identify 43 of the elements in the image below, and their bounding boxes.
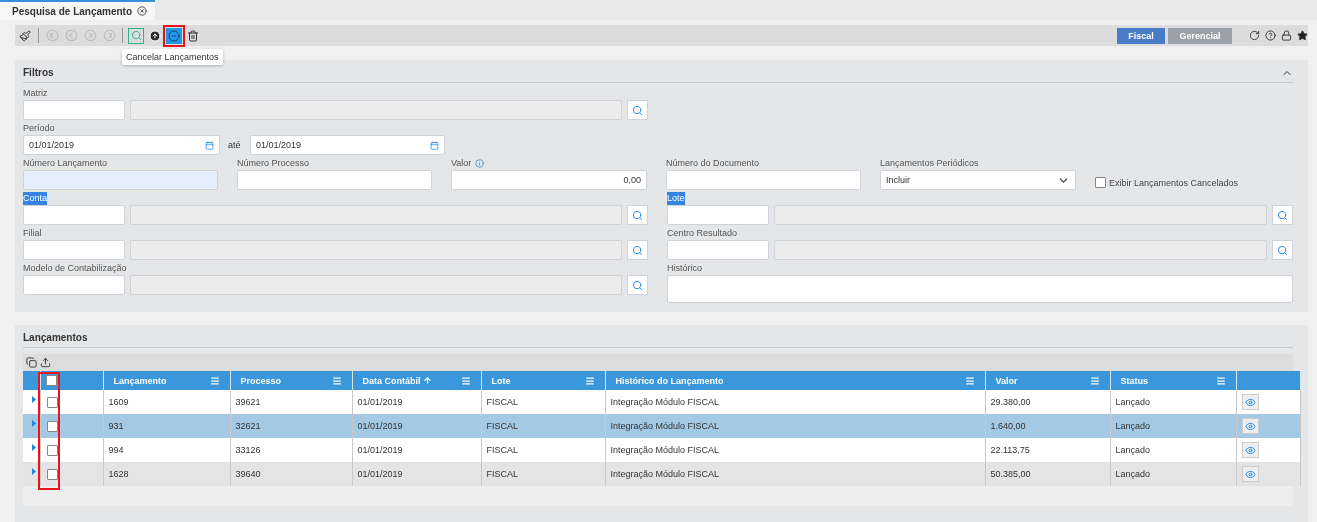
table-cell: Lançado [1110, 462, 1236, 486]
field-label: Valor [451, 157, 472, 170]
column-title: Status [1120, 375, 1148, 386]
input-field[interactable]: 0,00 [451, 170, 647, 190]
column-title: Histórico do Lançamento [615, 375, 724, 386]
select-field[interactable]: Incluir [880, 170, 1076, 190]
field-label: Lote [667, 192, 685, 205]
table-cell: 01/01/2019 [352, 462, 481, 486]
field-label: Período [23, 122, 55, 135]
field-label: Filial [23, 227, 42, 240]
column-title: Valor [995, 375, 1018, 386]
field-label: Matriz [23, 87, 48, 100]
date-field[interactable]: 01/01/2019 [23, 135, 220, 155]
field-label: Centro Resultado [667, 227, 738, 240]
date-field[interactable]: 01/01/2019 [250, 135, 445, 155]
column-title: Processo [240, 375, 282, 386]
column-title: Lançamento [113, 375, 167, 386]
column-title: Lote [491, 375, 511, 386]
checkbox-label: Exibir Lançamentos Cancelados [1109, 177, 1239, 188]
panel-title: Lançamentos [23, 332, 88, 343]
tab-label: Pesquisa de Lançamento [12, 5, 133, 17]
range-separator: até [228, 140, 242, 150]
table-cell: 1628 [103, 462, 230, 486]
field-label: Número Processo [237, 157, 310, 170]
table-cell: 39640 [230, 462, 352, 486]
table-row[interactable]: 994 33126 01/01/2019 FISCAL Integração Módulo FISCAL 22.113,75 Lançado [23, 438, 1300, 462]
table-row[interactable]: 1628 39640 01/01/2019 FISCAL Integração Módulo FISCAL 50.385,00 Lançado [23, 462, 1300, 486]
field-label: Modelo de Contabilização [23, 262, 127, 275]
field-label: Lançamentos Periódicos [880, 157, 979, 170]
panel-title: Filtros [23, 67, 54, 78]
table-cell: 50.385,00 [985, 462, 1110, 486]
table-cell: Integração Módulo FISCAL [605, 462, 985, 486]
table-cell: FISCAL [481, 462, 605, 486]
field-label: Número Lançamento [23, 157, 108, 170]
column-title: Data Contábil [362, 375, 421, 386]
field-label: Número do Documento [666, 157, 760, 170]
field-label: Conta [23, 192, 48, 205]
mode-tab[interactable]: Fiscal [1117, 27, 1165, 44]
field-label: Histórico [667, 262, 702, 275]
tooltip: Cancelar Lançamentos [122, 48, 223, 65]
table-row[interactable]: 931 32621 01/01/2019 FISCAL Integração Módulo FISCAL 1.640,00 Lançado [23, 414, 1300, 438]
page-tab[interactable]: Pesquisa de Lançamento [0, 0, 156, 20]
table-row[interactable]: 1609 39621 01/01/2019 FISCAL Integração Módulo FISCAL 29.380,00 Lançado [23, 390, 1300, 414]
